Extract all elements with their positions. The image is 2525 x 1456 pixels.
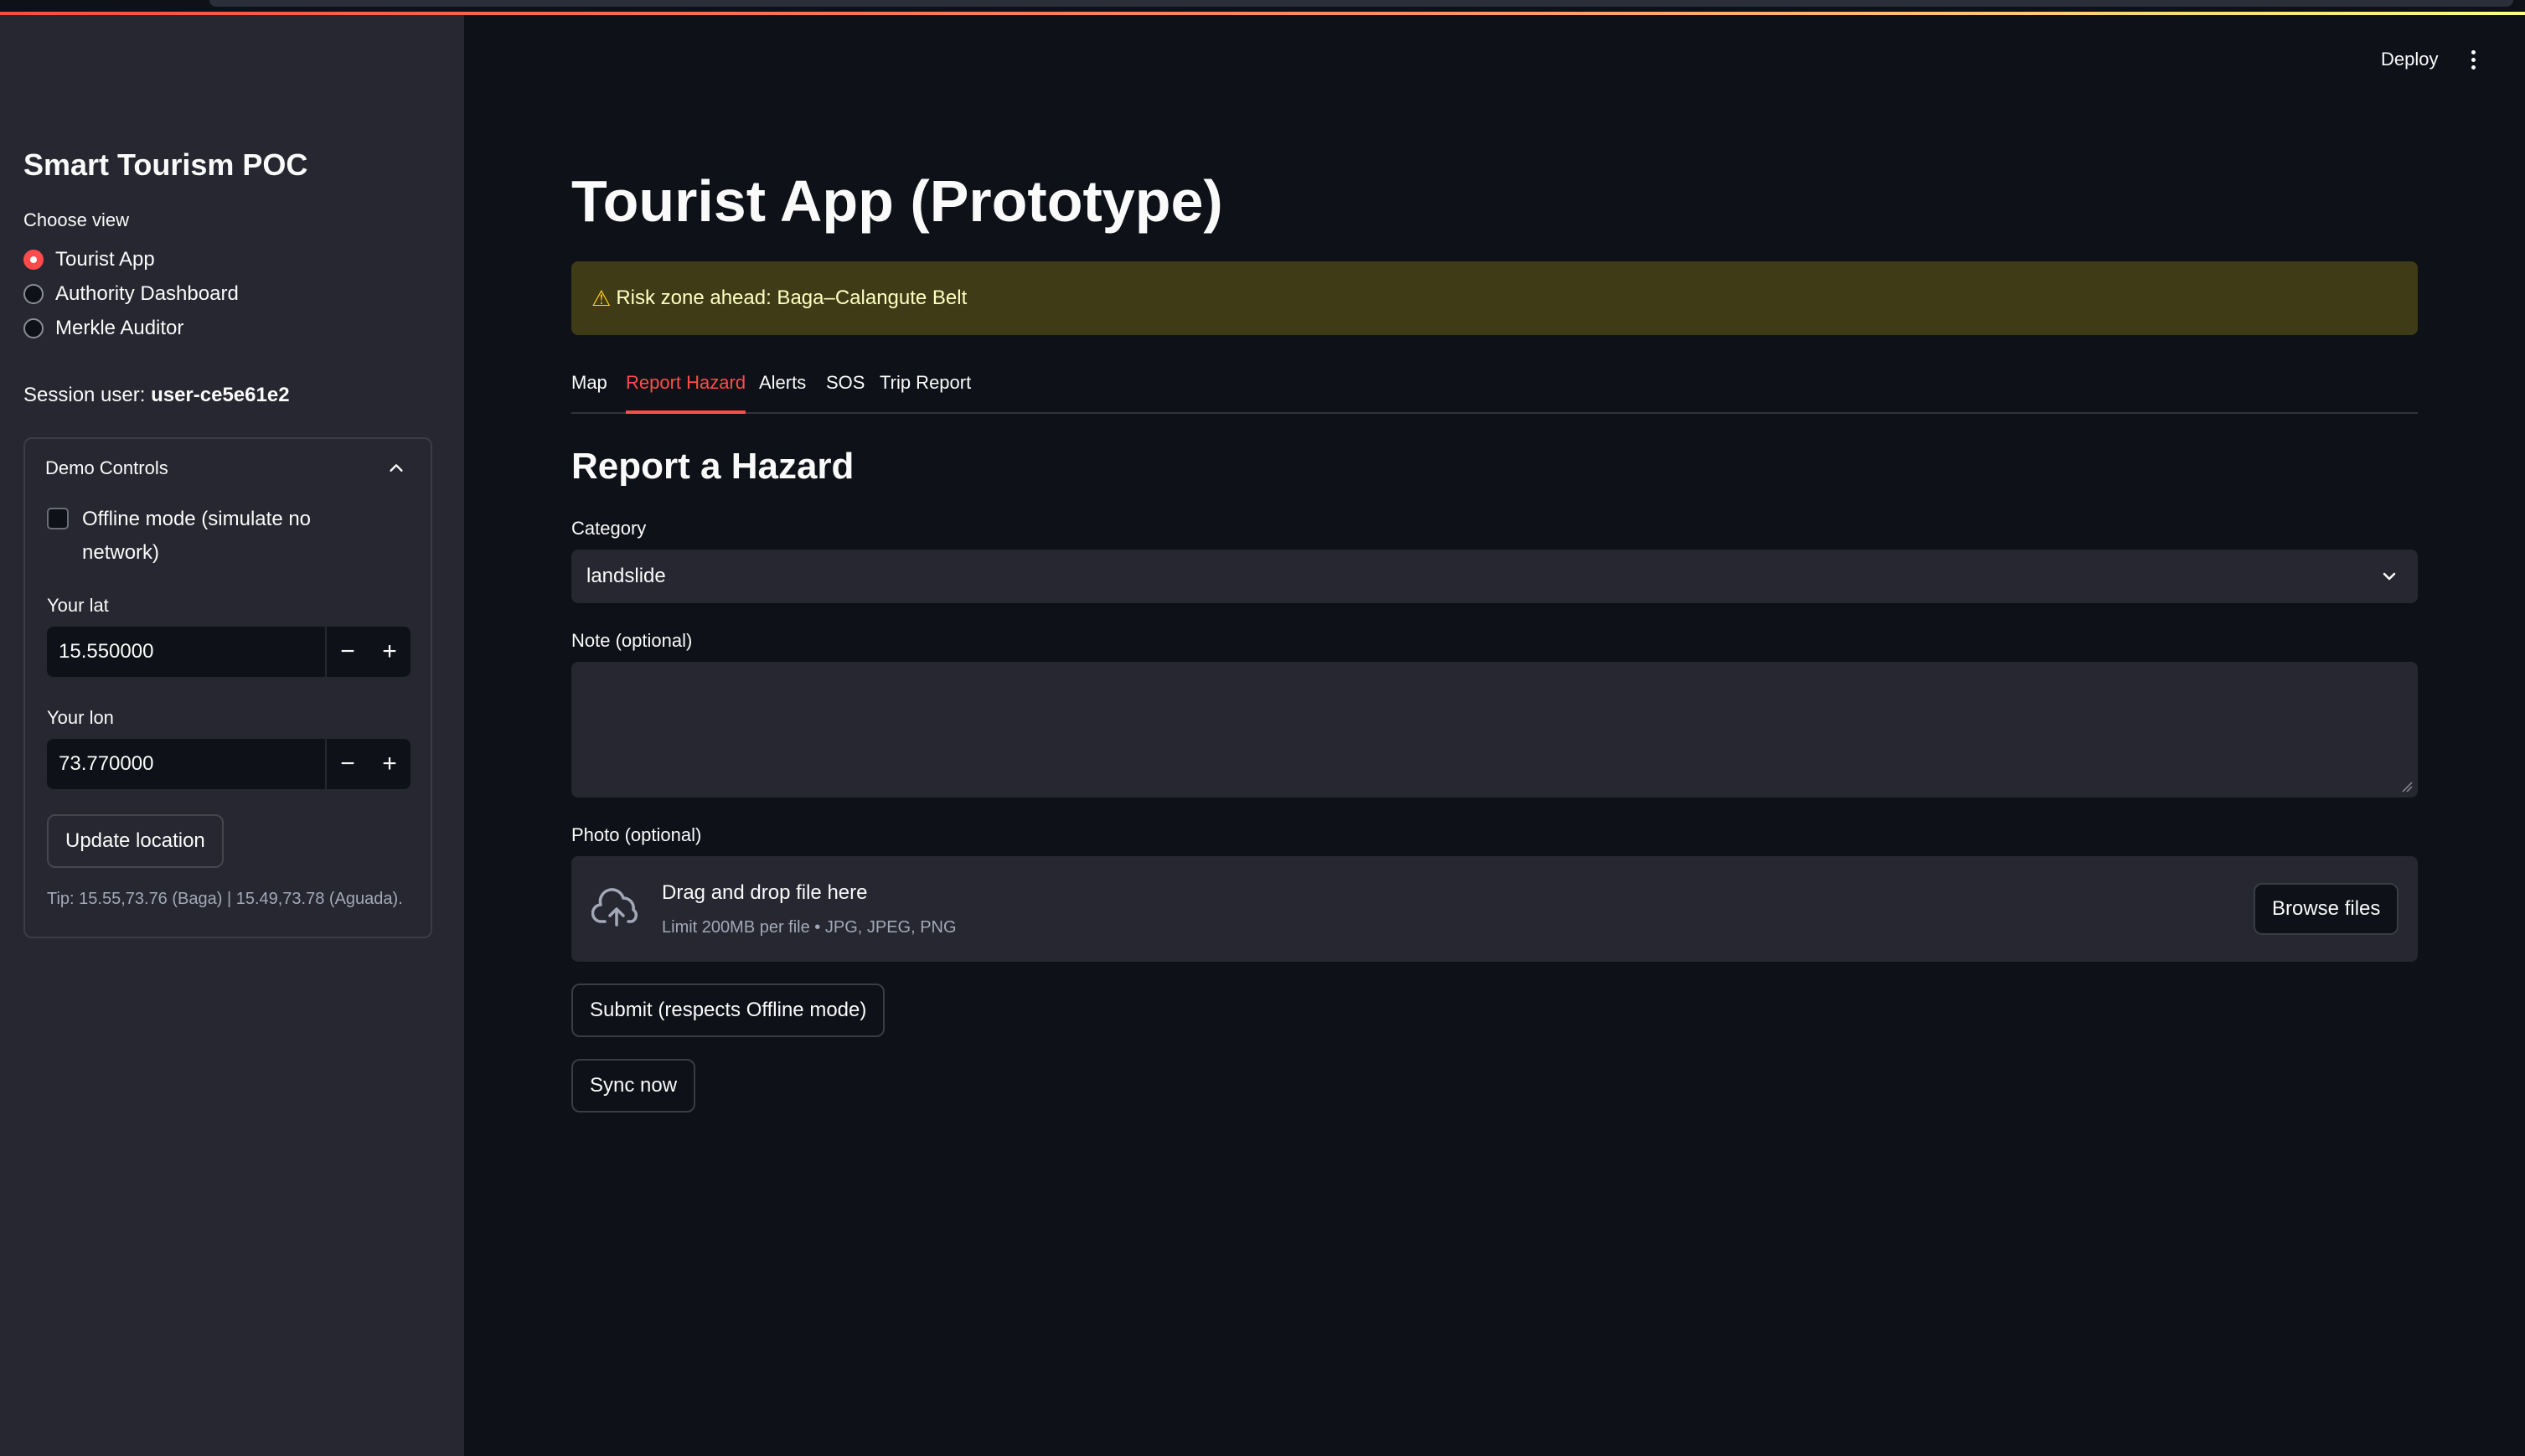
warning-icon: ⚠ bbox=[591, 285, 612, 311]
radio-button[interactable] bbox=[23, 318, 44, 338]
category-value: landslide bbox=[586, 565, 666, 587]
radio-button-selected[interactable] bbox=[23, 250, 44, 270]
demo-controls-expander: Demo Controls Offline mode (simulate no … bbox=[23, 437, 432, 938]
dropzone-title: Drag and drop file here bbox=[662, 881, 868, 904]
lat-number-input: 15.550000 − + bbox=[47, 627, 411, 677]
radio-label: Tourist App bbox=[55, 248, 155, 271]
radio-button[interactable] bbox=[23, 284, 44, 304]
section-title: Report a Hazard bbox=[571, 446, 855, 487]
tab-sos[interactable]: SOS bbox=[826, 372, 865, 414]
sidebar: Smart Tourism POC Choose view Tourist Ap… bbox=[0, 15, 464, 1456]
lon-decrement-button[interactable]: − bbox=[327, 739, 369, 789]
tab-trip-report[interactable]: Trip Report bbox=[880, 372, 971, 414]
chevron-down-icon bbox=[2383, 572, 2396, 581]
risk-alert-text: Risk zone ahead: Baga–Calangute Belt bbox=[616, 287, 968, 309]
tab-map[interactable]: Map bbox=[571, 372, 607, 414]
radio-tourist-app[interactable]: Tourist App bbox=[23, 245, 155, 275]
lat-increment-button[interactable]: + bbox=[369, 627, 411, 677]
tab-bar: Map Report Hazard Alerts SOS Trip Report bbox=[571, 369, 2418, 414]
lat-label: Your lat bbox=[47, 595, 109, 616]
lat-decrement-button[interactable]: − bbox=[327, 627, 369, 677]
chevron-up-icon[interactable] bbox=[387, 459, 405, 478]
lat-input[interactable]: 15.550000 bbox=[47, 627, 327, 677]
cloud-upload-icon bbox=[591, 888, 638, 927]
sync-now-button[interactable]: Sync now bbox=[571, 1059, 696, 1113]
demo-controls-title[interactable]: Demo Controls bbox=[45, 457, 168, 479]
tab-alerts[interactable]: Alerts bbox=[759, 372, 806, 414]
more-menu-icon[interactable] bbox=[2468, 50, 2478, 74]
session-user: Session user: user-ce5e61e2 bbox=[23, 384, 290, 407]
radio-authority-dashboard[interactable]: Authority Dashboard bbox=[23, 279, 239, 309]
page-title: Tourist App (Prototype) bbox=[571, 168, 1223, 234]
location-tip: Tip: 15.55,73.76 (Baga) | 15.49,73.78 (A… bbox=[47, 890, 403, 908]
note-label: Note (optional) bbox=[571, 630, 693, 651]
note-textarea[interactable] bbox=[571, 662, 2418, 798]
photo-label: Photo (optional) bbox=[571, 824, 702, 845]
lon-increment-button[interactable]: + bbox=[369, 739, 411, 789]
offline-mode-checkbox[interactable] bbox=[47, 508, 69, 529]
update-location-button[interactable]: Update location bbox=[47, 814, 224, 868]
resize-grip-icon[interactable] bbox=[2401, 781, 2413, 793]
deploy-button[interactable]: Deploy bbox=[2381, 49, 2438, 70]
radio-label: Authority Dashboard bbox=[55, 282, 239, 305]
risk-alert: ⚠ Risk zone ahead: Baga–Calangute Belt bbox=[571, 261, 2418, 335]
category-label: Category bbox=[571, 518, 647, 539]
lon-number-input: 73.770000 − + bbox=[47, 739, 411, 789]
browser-tab-strip bbox=[209, 0, 2513, 7]
file-dropzone[interactable]: Drag and drop file here Limit 200MB per … bbox=[571, 856, 2418, 962]
radio-merkle-auditor[interactable]: Merkle Auditor bbox=[23, 313, 183, 343]
tab-report-hazard[interactable]: Report Hazard bbox=[626, 372, 746, 414]
radio-label: Merkle Auditor bbox=[55, 317, 184, 339]
session-prefix: Session user: bbox=[23, 384, 152, 406]
top-decoration bbox=[0, 0, 2525, 15]
session-user-id: user-ce5e61e2 bbox=[151, 384, 290, 406]
lon-label: Your lon bbox=[47, 707, 114, 728]
dropzone-limits: Limit 200MB per file • JPG, JPEG, PNG bbox=[662, 918, 957, 937]
category-select[interactable]: landslide bbox=[571, 550, 2418, 603]
lon-input[interactable]: 73.770000 bbox=[47, 739, 327, 789]
submit-button[interactable]: Submit (respects Offline mode) bbox=[571, 984, 886, 1037]
browse-files-button[interactable]: Browse files bbox=[2254, 883, 2399, 935]
sidebar-title: Smart Tourism POC bbox=[23, 147, 308, 182]
choose-view-label: Choose view bbox=[23, 209, 129, 230]
offline-mode-label: Offline mode (simulate no network) bbox=[82, 508, 312, 564]
